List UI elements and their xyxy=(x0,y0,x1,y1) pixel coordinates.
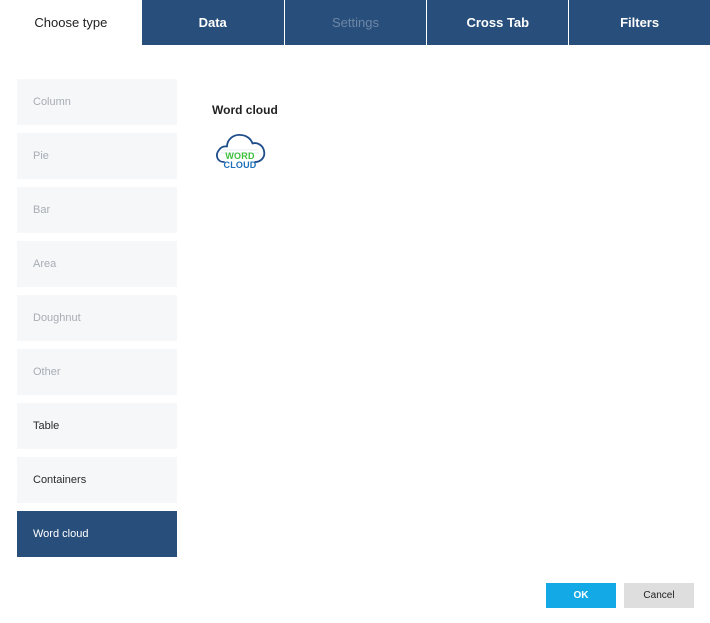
type-item-table[interactable]: Table xyxy=(17,403,177,449)
type-item-column[interactable]: Column xyxy=(17,79,177,125)
word-cloud-icon-cloud: CLOUD xyxy=(223,160,257,170)
type-item-bar[interactable]: Bar xyxy=(17,187,177,233)
cancel-button[interactable]: Cancel xyxy=(624,583,694,608)
tab-choose-type[interactable]: Choose type xyxy=(0,0,142,45)
ok-button[interactable]: OK xyxy=(546,583,616,608)
chart-type-list: Column Pie Bar Area Doughnut Other Table… xyxy=(17,79,177,565)
panel-title: Word cloud xyxy=(212,103,278,117)
tab-cross-tab[interactable]: Cross Tab xyxy=(426,0,569,45)
type-item-containers[interactable]: Containers xyxy=(17,457,177,503)
tab-bar: Choose type Data Settings Cross Tab Filt… xyxy=(0,0,710,45)
tab-data[interactable]: Data xyxy=(141,0,284,45)
tab-filters[interactable]: Filters xyxy=(568,0,710,45)
type-item-doughnut[interactable]: Doughnut xyxy=(17,295,177,341)
tab-settings: Settings xyxy=(283,0,427,45)
word-cloud-icon[interactable]: WORD CLOUD xyxy=(214,128,266,174)
type-item-area[interactable]: Area xyxy=(17,241,177,287)
type-item-pie[interactable]: Pie xyxy=(17,133,177,179)
type-item-word-cloud[interactable]: Word cloud xyxy=(17,511,177,557)
type-item-other[interactable]: Other xyxy=(17,349,177,395)
